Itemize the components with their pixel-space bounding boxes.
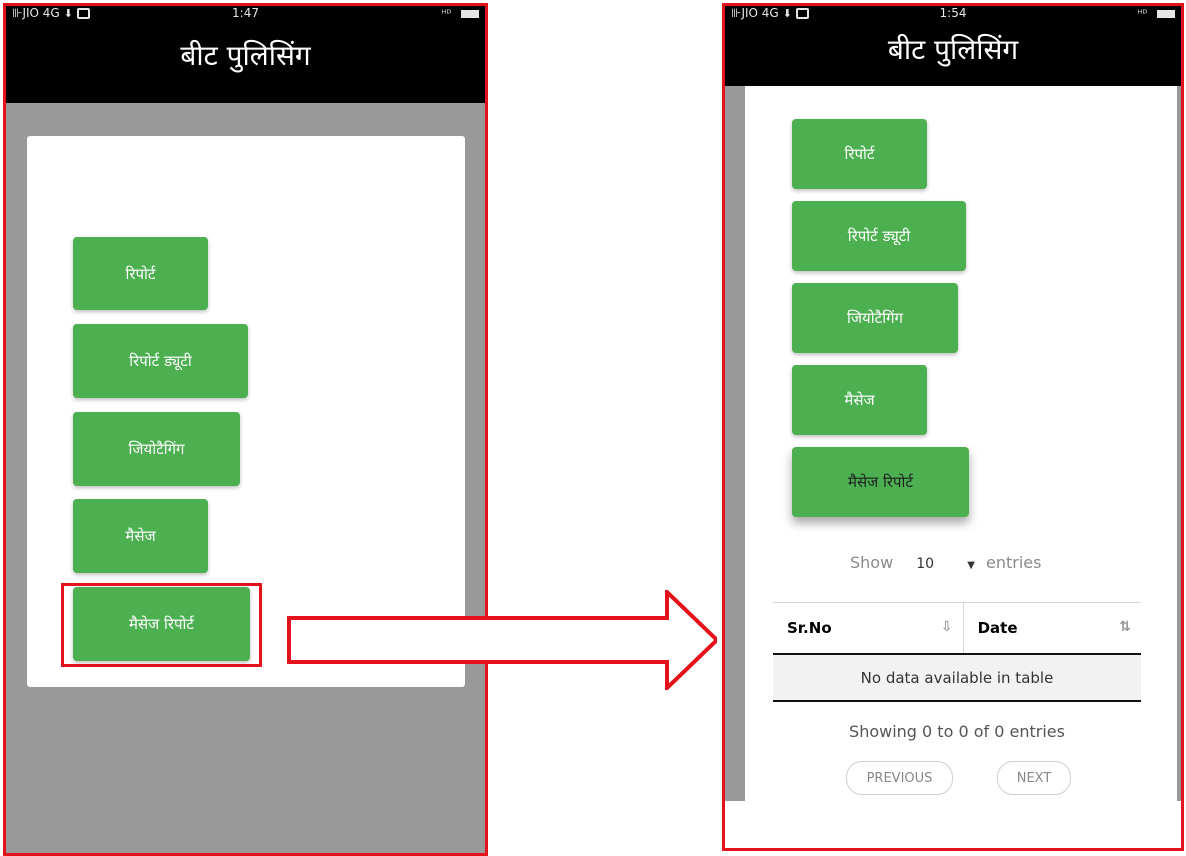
status-bar: ⊪JIO 4G ⬇ 1:54 ᴴᴰ — [731, 6, 1175, 24]
report-button[interactable]: रिपोर्ट — [73, 237, 208, 310]
next-button[interactable]: NEXT — [997, 761, 1071, 795]
hd-call-icon: ᴴᴰ — [441, 9, 452, 20]
status-bar: ⊪JIO 4G ⬇ 1:47 ᴴᴰ — [12, 6, 479, 24]
message-report-button[interactable]: मैसेज रिपोर्ट — [792, 447, 969, 517]
show-label: Show — [850, 553, 894, 572]
table-info: Showing 0 to 0 of 0 entries — [849, 722, 1065, 741]
sort-icon: ⇅ — [1119, 619, 1131, 635]
sort-icon: ⇩ — [940, 619, 953, 635]
status-time: 1:54 — [939, 6, 967, 20]
previous-button[interactable]: PREVIOUS — [846, 761, 953, 795]
hd-call-icon: ᴴᴰ — [1137, 9, 1148, 20]
page-title: बीट पुलिसिंग — [180, 39, 311, 72]
geotagging-button[interactable]: जियोटैगिंग — [73, 412, 240, 486]
app-header: ⊪JIO 4G ⬇ 1:47 ᴴᴰ बीट पुलिसिंग — [6, 6, 485, 103]
table-row: No data available in table — [773, 654, 1141, 702]
battery-icon — [1157, 9, 1175, 18]
dropdown-caret-icon[interactable]: ▼ — [967, 560, 975, 571]
empty-table-message: No data available in table — [773, 654, 1141, 702]
battery-icon — [461, 9, 479, 18]
entries-select[interactable]: 10 — [916, 556, 934, 572]
report-duty-button[interactable]: रिपोर्ट ड्यूटी — [73, 324, 248, 398]
column-header-srno[interactable]: Sr.No ⇩ — [773, 602, 964, 655]
app-header: ⊪JIO 4G ⬇ 1:54 ᴴᴰ बीट पुलिसिंग — [725, 6, 1181, 86]
column-header-date[interactable]: Date ⇅ — [962, 602, 1141, 655]
arrow-right-icon — [287, 590, 717, 690]
report-duty-button[interactable]: रिपोर्ट ड्यूटी — [792, 201, 966, 271]
report-button[interactable]: रिपोर्ट — [792, 119, 927, 189]
status-time: 1:47 — [232, 6, 259, 20]
data-table: Sr.No ⇩ Date ⇅ No data available in tabl… — [773, 602, 1141, 702]
phone-screen-left: ⊪JIO 4G ⬇ 1:47 ᴴᴰ बीट पुलिसिंग रिपोर्ट र… — [3, 3, 488, 856]
geotagging-button[interactable]: जियोटैगिंग — [792, 283, 958, 353]
message-button[interactable]: मैसेज — [73, 499, 208, 573]
phone-screen-right: ⊪JIO 4G ⬇ 1:54 ᴴᴰ बीट पुलिसिंग रिपोर्ट र… — [722, 3, 1184, 851]
selection-highlight — [61, 583, 262, 667]
entries-label: entries — [985, 553, 1042, 572]
message-button[interactable]: मैसेज — [792, 365, 927, 435]
entries-selector: Show 10 ▼ entries — [850, 553, 1041, 572]
page-title: बीट पुलिसिंग — [887, 33, 1019, 66]
